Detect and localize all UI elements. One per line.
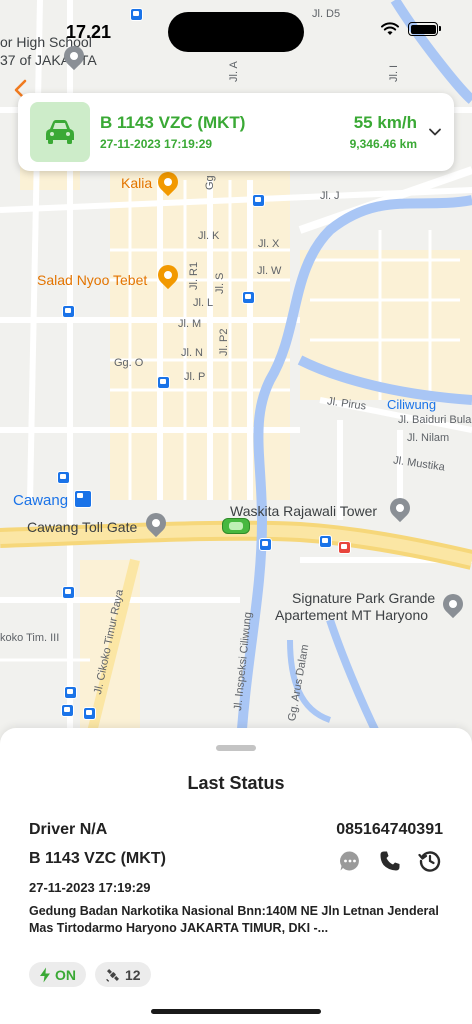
ignition-label: ON: [55, 966, 76, 983]
satellite-chip: 12: [95, 962, 151, 987]
map-label-cawang: Cawang: [13, 492, 69, 509]
driver-name: Driver N/A: [29, 821, 108, 838]
car-icon-box: [30, 102, 90, 162]
vehicle-odometer: 9,346.46 km: [349, 137, 417, 151]
bolt-icon: [40, 967, 50, 982]
map-label-jl-p2: Jl. P2: [218, 328, 230, 356]
sheet-actions: [338, 849, 442, 873]
map-label-jl-baiduri: Jl. Baiduri Bula: [398, 414, 472, 426]
map-label-jl-k: Jl. K: [198, 230, 220, 242]
map-label-signature-2: Apartement MT Haryono: [275, 607, 429, 623]
bus-station-icon[interactable]: [74, 490, 92, 508]
map-label-jl-j: Jl. J: [320, 190, 340, 202]
map-label-jl-s: Jl. S: [214, 272, 226, 294]
bus-stop-icon[interactable]: [242, 291, 255, 304]
phone-icon: [380, 851, 400, 871]
bus-stop-icon[interactable]: [259, 538, 272, 551]
battery-icon: [408, 22, 441, 36]
last-status-sheet: Last Status Driver N/A 085164740391 B 11…: [0, 728, 472, 1024]
sheet-datetime: 27-11-2023 17:19:29: [29, 880, 151, 895]
satellite-icon: [106, 968, 120, 982]
driver-phone[interactable]: 085164740391: [336, 821, 443, 839]
sheet-address: Gedung Badan Narkotika Nasional Bnn:140M…: [29, 904, 439, 935]
sheet-plate: B 1143 VZC (MKT): [29, 850, 166, 867]
map-label-salad: Salad Nyoo Tebet: [37, 272, 148, 288]
map-label-gg-o: Gg. O: [114, 357, 144, 369]
map-label-signature: Signature Park Grande: [292, 590, 436, 606]
ignition-chip: ON: [29, 962, 86, 987]
status-icons: [380, 22, 441, 36]
chat-bubble-icon: [340, 851, 359, 871]
map-label-kalia: Kalia: [121, 175, 153, 191]
map-label-jl-i: Jl. I: [388, 64, 400, 82]
car-icon: [46, 120, 74, 144]
bus-stop-icon[interactable]: [130, 8, 143, 21]
bus-stop-icon[interactable]: [157, 376, 170, 389]
bus-stop-icon[interactable]: [252, 194, 265, 207]
dynamic-island: [168, 12, 304, 52]
call-button[interactable]: [378, 849, 402, 873]
chevron-down-icon[interactable]: [428, 125, 442, 139]
message-button[interactable]: [338, 849, 362, 873]
status-chips: ON 12: [29, 962, 151, 987]
map-label-gg: Gg: [204, 175, 216, 190]
sheet-title: Last Status: [187, 773, 285, 793]
status-time: 17.21: [66, 22, 112, 42]
map-label-jl-n: Jl. N: [181, 347, 203, 359]
satellite-count: 12: [125, 966, 141, 983]
map-label-jl-w: Jl. W: [257, 265, 282, 277]
map-label-jl-nilam: Jl. Nilam: [407, 432, 450, 444]
wifi-icon: [381, 22, 399, 35]
bus-stop-icon[interactable]: [62, 586, 75, 599]
map-label-ciliwung: Ciliwung: [387, 397, 437, 412]
map-label-cawang-toll: Cawang Toll Gate: [27, 519, 138, 535]
bus-stop-icon[interactable]: [57, 471, 70, 484]
history-button[interactable]: [418, 849, 442, 873]
vehicle-speed: 55 km/h: [353, 113, 417, 132]
bus-stop-icon[interactable]: [62, 305, 75, 318]
bus-stop-icon[interactable]: [83, 707, 96, 720]
bus-stop-icon[interactable]: [61, 704, 74, 717]
map-label-waskita: Waskita Rajawali Tower: [230, 503, 378, 519]
vehicle-card[interactable]: B 1143 VZC (MKT) 27-11-2023 17:19:29 55 …: [18, 93, 454, 171]
vehicle-plate: B 1143 VZC (MKT): [100, 113, 246, 132]
history-icon: [418, 851, 441, 872]
transit-icon[interactable]: [338, 541, 351, 554]
bus-stop-icon[interactable]: [319, 535, 332, 548]
map-label-jl-p: Jl. P: [184, 371, 206, 383]
map-label-cikoko-tim: koko Tim. III: [0, 632, 60, 644]
map-label-jl-x: Jl. X: [258, 238, 280, 250]
bus-stop-icon[interactable]: [64, 686, 77, 699]
sheet-drag-handle[interactable]: [216, 745, 256, 751]
map-label-jl-a: Jl. A: [228, 61, 240, 82]
map-label-jl-d5: Jl. D5: [312, 8, 341, 20]
map-label-jl-l: Jl. L: [193, 297, 214, 309]
vehicle-datetime: 27-11-2023 17:19:29: [100, 137, 213, 151]
home-indicator[interactable]: [151, 1009, 321, 1014]
map-label-jl-r1: Jl. R1: [188, 261, 200, 290]
vehicle-marker-icon[interactable]: [222, 518, 250, 534]
map-label-jl-m: Jl. M: [178, 318, 202, 330]
